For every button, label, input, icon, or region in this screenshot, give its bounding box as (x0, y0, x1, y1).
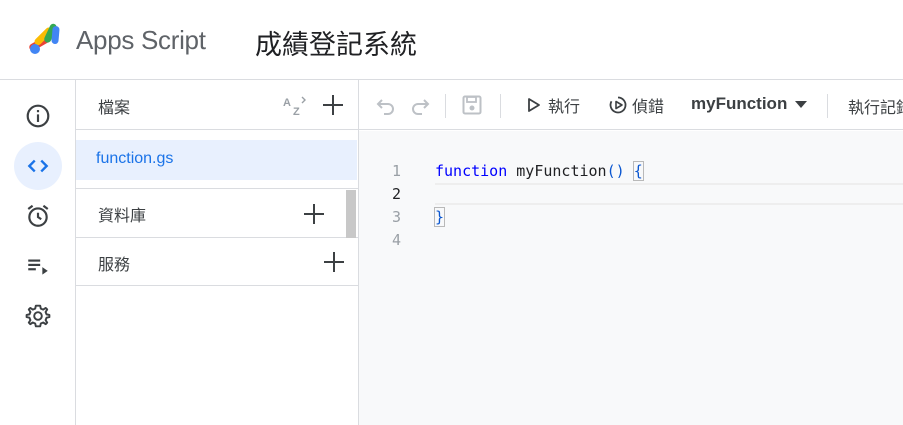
code-keyword: function (435, 162, 508, 180)
services-label: 服務 (98, 255, 131, 274)
current-line-highlight (435, 183, 903, 205)
file-item-label: function.gs (96, 150, 174, 167)
alarm-clock-icon (27, 204, 49, 227)
app-name[interactable]: Apps Script (76, 25, 206, 56)
add-file-icon[interactable] (321, 93, 345, 117)
rail-item-triggers[interactable] (14, 192, 62, 240)
debug-icon (609, 96, 627, 114)
files-scrollbar[interactable] (346, 190, 356, 238)
svg-text:A: A (283, 97, 291, 109)
rail-item-overview[interactable] (14, 92, 62, 140)
rail-item-editor[interactable] (14, 142, 62, 190)
run-label: 執行 (548, 97, 581, 116)
editor-toolbar: 執行 偵錯 myFunction 執行記錄 (359, 80, 903, 130)
files-panel: 檔案 A Z function.gs 資料庫 服務 (76, 80, 359, 425)
files-header-label: 檔案 (98, 98, 131, 117)
code-line: } (433, 207, 446, 230)
line-number: 1 (391, 162, 401, 180)
code-icon (27, 159, 49, 173)
libraries-section: 資料庫 (76, 188, 358, 237)
services-section: 服務 (76, 237, 358, 286)
code-parens: () (606, 162, 625, 180)
code-close-brace: } (433, 207, 446, 227)
undo-icon[interactable] (374, 93, 398, 117)
run-button[interactable]: 執行 (524, 93, 580, 117)
code-function-name: myFunction (507, 162, 607, 180)
line-number: 2 (391, 185, 401, 203)
toolbar-divider (827, 94, 828, 118)
toolbar-divider (500, 94, 501, 118)
libraries-label: 資料庫 (98, 206, 147, 225)
debug-button[interactable]: 偵錯 (608, 93, 664, 117)
toolbar-divider (445, 94, 446, 118)
function-select-value: myFunction (691, 94, 788, 113)
files-header: 檔案 A Z (76, 80, 358, 130)
app-header: Apps Script 成績登記系統 (0, 0, 903, 80)
execution-log-button[interactable]: 執行記錄 (848, 94, 903, 118)
add-library-icon[interactable] (302, 202, 326, 226)
line-number: 4 (391, 231, 401, 249)
play-icon (528, 98, 540, 112)
rail-item-settings[interactable] (14, 292, 62, 340)
apps-script-logo[interactable] (26, 21, 66, 57)
gear-icon (25, 304, 51, 328)
code-line: function myFunction() { (435, 161, 644, 184)
save-icon[interactable] (460, 93, 484, 117)
nav-rail (0, 80, 76, 425)
project-title[interactable]: 成績登記系統 (255, 23, 417, 62)
rail-item-executions[interactable] (14, 242, 62, 290)
function-select[interactable]: myFunction (691, 94, 808, 114)
debug-label: 偵錯 (632, 97, 665, 116)
sort-az-icon[interactable]: A Z (282, 93, 308, 119)
redo-icon[interactable] (408, 93, 432, 117)
info-icon (26, 104, 50, 128)
add-service-icon[interactable] (322, 250, 346, 274)
code-open-brace: { (632, 161, 644, 181)
file-item-function-gs[interactable]: function.gs (76, 140, 357, 180)
chevron-down-icon (795, 100, 808, 108)
svg-text:Z: Z (293, 106, 300, 118)
code-editor[interactable]: 1 2 3 4 function myFunction() { } (359, 131, 903, 425)
line-number: 3 (391, 208, 401, 226)
list-play-icon (28, 259, 48, 275)
